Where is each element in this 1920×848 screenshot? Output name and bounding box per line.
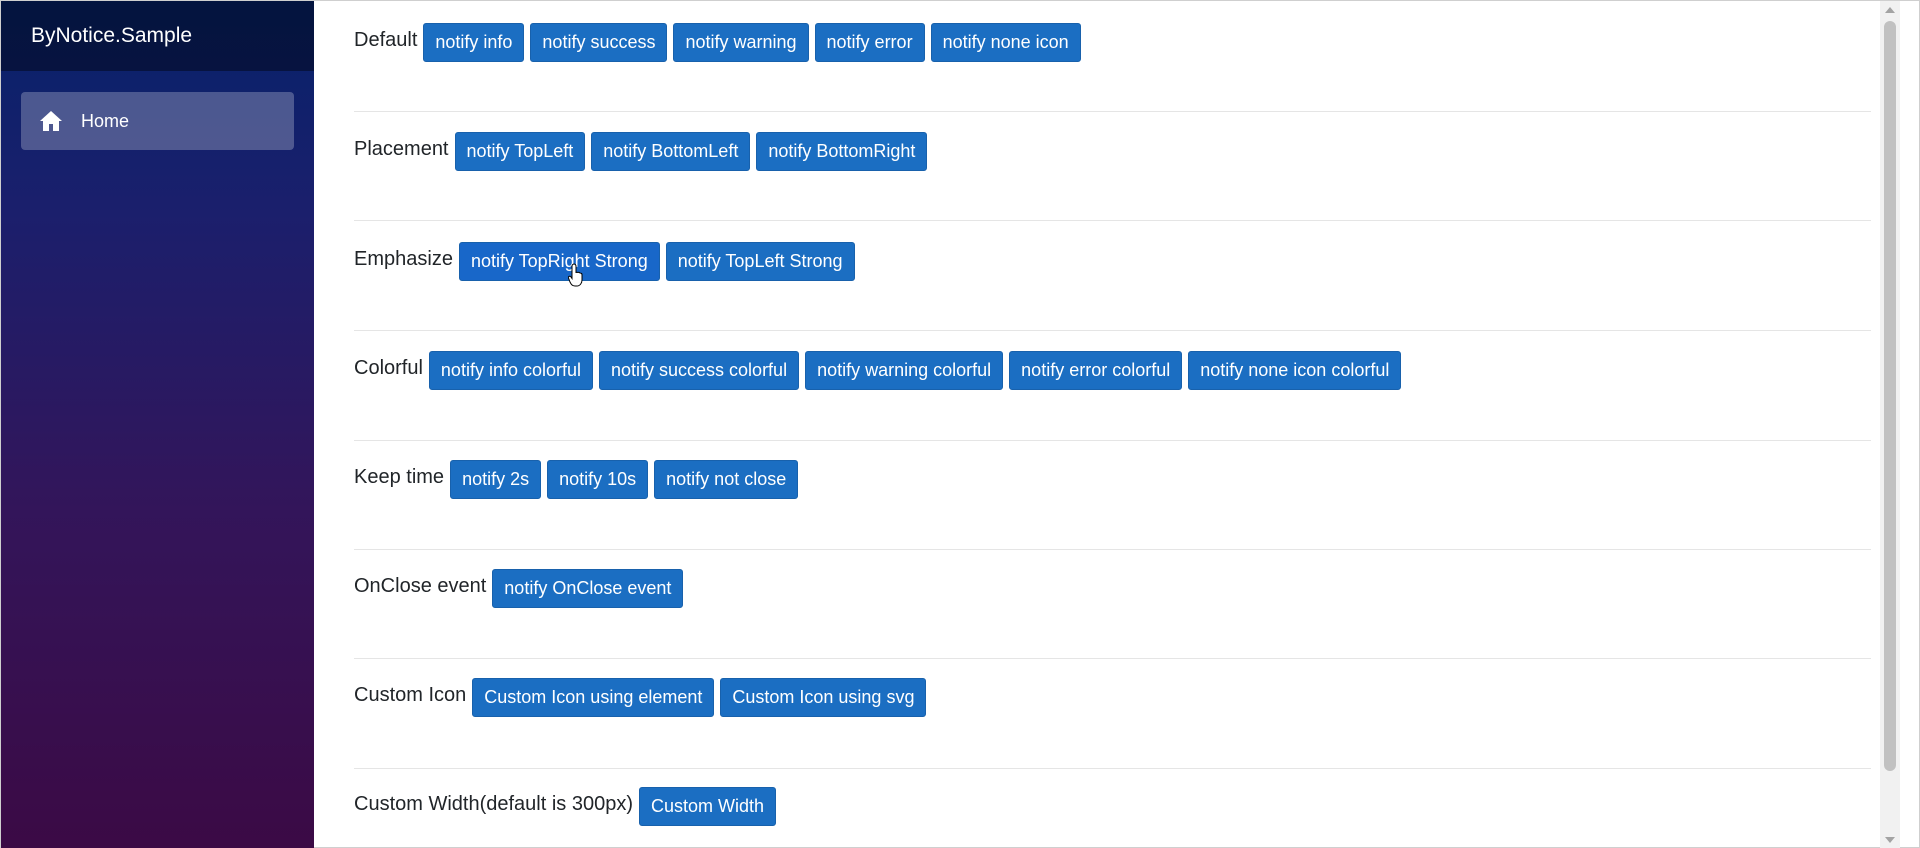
notify-info-colorful-button[interactable]: notify info colorful xyxy=(428,351,593,390)
sidebar: ByNotice.Sample Home xyxy=(1,1,314,848)
section-emphasize: Emphasize notify TopRight Strong notify … xyxy=(354,220,1871,329)
section-colorful: Colorful notify info colorful notify suc… xyxy=(354,329,1871,438)
notify-topright-strong-button[interactable]: notify TopRight Strong xyxy=(458,242,660,281)
section-label: Placement xyxy=(354,138,449,160)
section-label: Emphasize xyxy=(354,248,453,270)
home-icon xyxy=(40,111,62,131)
notify-success-button[interactable]: notify success xyxy=(530,23,668,62)
notify-error-colorful-button[interactable]: notify error colorful xyxy=(1009,351,1183,390)
section-label: Keep time xyxy=(354,466,445,488)
section-keep-time: Keep time notify 2s notify 10s notify no… xyxy=(354,438,1871,547)
notify-not-close-button[interactable]: notify not close xyxy=(654,460,799,499)
notify-onclose-event-button[interactable]: notify OnClose event xyxy=(492,569,684,608)
notify-2s-button[interactable]: notify 2s xyxy=(450,460,542,499)
notify-bottomright-button[interactable]: notify BottomRight xyxy=(756,132,928,171)
sidebar-item-home[interactable]: Home xyxy=(21,92,294,150)
scroll-up-arrow-icon[interactable] xyxy=(1885,7,1895,13)
notify-10s-button[interactable]: notify 10s xyxy=(547,460,649,499)
section-label: Custom Width(default is 300px) xyxy=(354,793,634,815)
scroll-down-arrow-icon[interactable] xyxy=(1885,837,1895,843)
notify-bottomleft-button[interactable]: notify BottomLeft xyxy=(591,132,751,171)
notify-topleft-button[interactable]: notify TopLeft xyxy=(454,132,586,171)
section-label: Colorful xyxy=(354,357,423,379)
app-window: ByNotice.Sample Home Default notify info… xyxy=(0,0,1920,848)
notify-info-button[interactable]: notify info xyxy=(423,23,525,62)
section-onclose-event: OnClose event notify OnClose event xyxy=(354,547,1871,656)
notify-success-colorful-button[interactable]: notify success colorful xyxy=(599,351,800,390)
brand-bar: ByNotice.Sample xyxy=(1,1,314,71)
brand-title[interactable]: ByNotice.Sample xyxy=(31,24,192,48)
section-label: Custom Icon xyxy=(354,684,467,706)
main-content: Default notify info notify success notif… xyxy=(314,1,1900,848)
custom-icon-element-button[interactable]: Custom Icon using element xyxy=(472,678,715,717)
notify-topleft-strong-button[interactable]: notify TopLeft Strong xyxy=(665,242,855,281)
notify-warning-button[interactable]: notify warning xyxy=(673,23,809,62)
custom-icon-svg-button[interactable]: Custom Icon using svg xyxy=(720,678,927,717)
scroll-thumb[interactable] xyxy=(1884,21,1896,771)
notify-none-icon-button[interactable]: notify none icon xyxy=(930,23,1081,62)
section-label: Default xyxy=(354,29,418,51)
section-placement: Placement notify TopLeft notify BottomLe… xyxy=(354,110,1871,219)
section-label: OnClose event xyxy=(354,575,487,597)
notify-warning-colorful-button[interactable]: notify warning colorful xyxy=(805,351,1004,390)
custom-width-button[interactable]: Custom Width xyxy=(639,787,777,826)
section-custom-width: Custom Width(default is 300px) Custom Wi… xyxy=(354,765,1871,848)
notify-error-button[interactable]: notify error xyxy=(814,23,925,62)
vertical-scrollbar[interactable] xyxy=(1880,1,1900,848)
section-custom-icon: Custom Icon Custom Icon using element Cu… xyxy=(354,656,1871,765)
section-default: Default notify info notify success notif… xyxy=(354,1,1871,110)
notify-none-icon-colorful-button[interactable]: notify none icon colorful xyxy=(1188,351,1402,390)
sidebar-item-label: Home xyxy=(81,110,130,131)
